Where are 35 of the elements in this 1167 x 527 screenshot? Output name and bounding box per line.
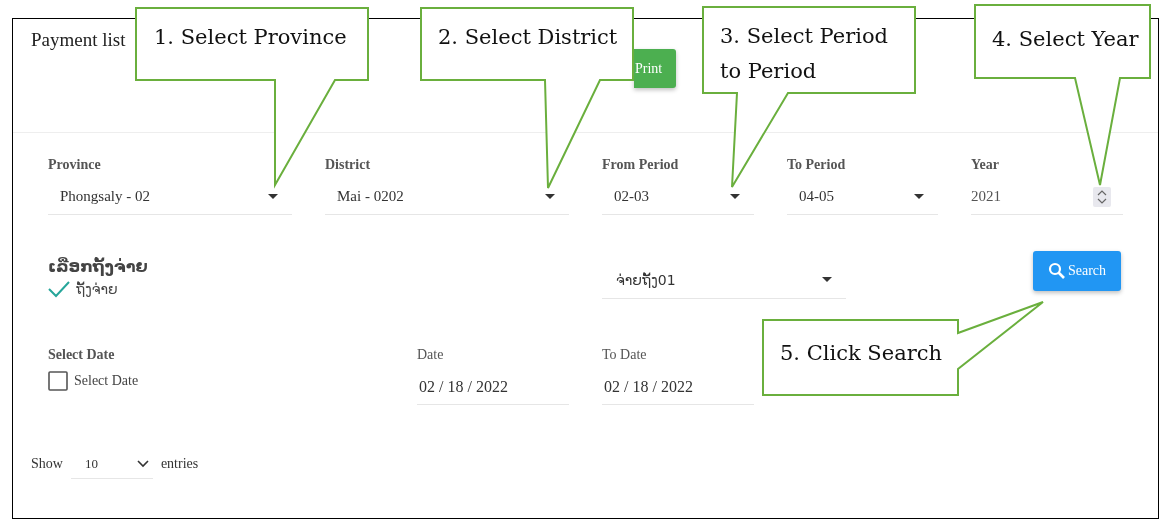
field-label: To Period [787, 157, 846, 173]
caret-icon [822, 276, 832, 283]
field-label: Date [417, 347, 444, 363]
date-field[interactable]: 02 / 18 / 2022 [602, 369, 754, 405]
field-label: To Date [602, 347, 647, 363]
section-title: ເລືອກຖັ້ງຈ່າຍ [48, 257, 148, 276]
caret-icon [914, 193, 924, 200]
callout-text: 2. Select District [438, 24, 618, 51]
callout-text: 3. Select Period to Period [720, 23, 889, 85]
caret-icon [730, 193, 740, 200]
caret-icon [545, 193, 555, 200]
entries-label: entries [160, 456, 199, 472]
select-field[interactable]: 04-05 [787, 179, 938, 215]
chevron-down-icon [136, 459, 149, 468]
field-label: District [325, 157, 371, 173]
number-field[interactable]: 2021 [971, 179, 1123, 215]
date-field[interactable]: 02 / 18 / 2022 [417, 369, 569, 405]
page-size-select[interactable]: 10 [70, 449, 153, 479]
show-label: Show [31, 456, 63, 472]
callout-text: 4. Select Year [992, 26, 1139, 53]
callout-text: 1. Select Province [154, 24, 347, 51]
field-label: Province [48, 157, 101, 173]
checkbox-label: Select Date [74, 373, 139, 389]
checkmark-icon[interactable] [48, 280, 70, 298]
select-field[interactable]: ຈ່າຍຖັ້ງ01 [602, 261, 846, 299]
search-icon [1047, 262, 1066, 280]
spinner-icon[interactable] [1093, 186, 1111, 207]
callout-text: 5. Click Search [780, 340, 943, 367]
page-title: Payment list [31, 29, 126, 51]
field-label: Year [971, 157, 999, 173]
caret-icon [268, 193, 278, 200]
option-label: ຖັ້ງຈ່າຍ [76, 281, 118, 297]
field-label: From Period [602, 157, 679, 173]
checkbox[interactable] [48, 371, 68, 391]
field-label: Select Date [48, 347, 115, 363]
